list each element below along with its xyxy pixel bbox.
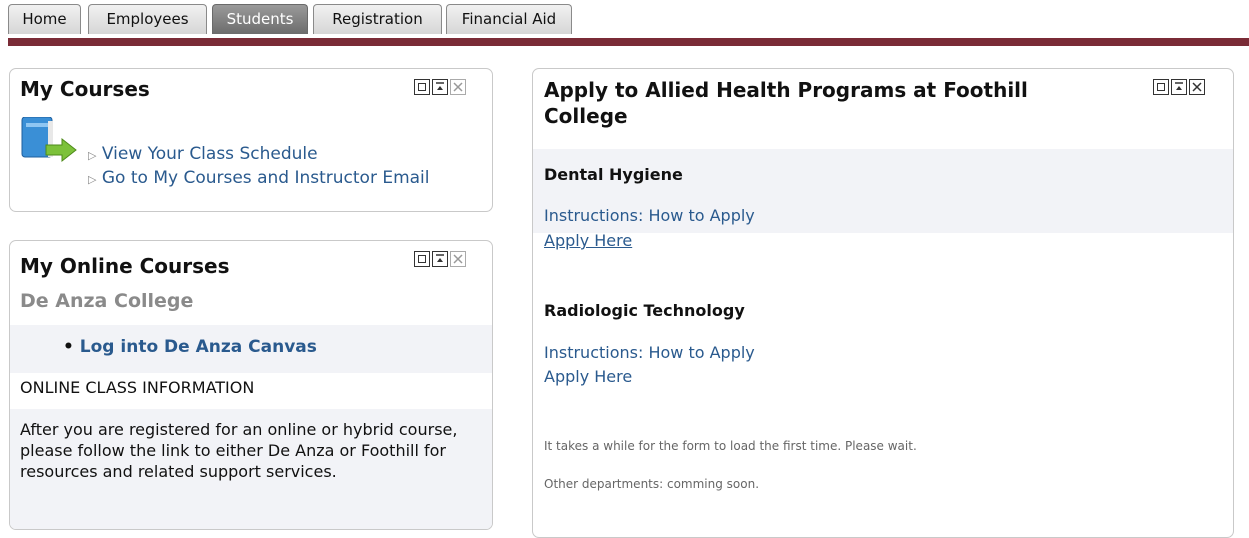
tab-students[interactable]: Students [212,4,308,34]
program-name-radiologic: Radiologic Technology [544,301,745,320]
minimize-icon[interactable] [1171,79,1187,95]
close-icon[interactable] [1189,79,1205,95]
load-note: It takes a while for the form to load th… [544,439,917,453]
tab-registration[interactable]: Registration [313,4,442,34]
triangle-right-icon: ▷ [88,149,97,162]
maximize-icon[interactable] [414,251,430,267]
minimize-icon[interactable] [432,251,448,267]
allied-health-title: Apply to Allied Health Programs at Footh… [544,78,1028,128]
radiologic-instructions-link[interactable]: Instructions: How to Apply [544,343,755,362]
list-item: ▷ View Your Class Schedule [88,143,430,167]
dental-instructions-link[interactable]: Instructions: How to Apply [544,206,755,225]
view-class-schedule-link[interactable]: View Your Class Schedule [102,144,318,164]
maximize-icon[interactable] [414,79,430,95]
program-name-dental: Dental Hygiene [544,165,683,184]
allied-health-portlet: Apply to Allied Health Programs at Footh… [532,68,1234,538]
my-online-courses-portlet: My Online Courses De Anza College • Log … [9,240,493,530]
my-online-courses-title: My Online Courses [20,254,230,278]
tab-bar-underline [8,38,1249,46]
tab-employees[interactable]: Employees [88,4,207,34]
dental-apply-link[interactable]: Apply Here [544,231,632,250]
book-icon [20,116,80,167]
maximize-icon[interactable] [1153,79,1169,95]
online-info-heading: ONLINE CLASS INFORMATION [20,378,255,397]
list-item: ▷ Go to My Courses and Instructor Email [88,167,430,191]
college-heading: De Anza College [20,290,194,312]
canvas-login-link[interactable]: Log into De Anza Canvas [80,337,317,357]
bullet-icon: • [63,337,74,357]
online-info-text: After you are registered for an online o… [20,420,458,481]
my-courses-links: ▷ View Your Class Schedule ▷ Go to My Co… [88,143,430,191]
close-icon[interactable] [450,251,466,267]
my-courses-email-link[interactable]: Go to My Courses and Instructor Email [102,168,430,188]
my-courses-portlet: My Courses ▷ View Your Class Schedule ▷ … [9,68,493,212]
minimize-icon[interactable] [432,79,448,95]
my-courses-title: My Courses [20,77,150,101]
departments-note: Other departments: comming soon. [544,477,760,491]
close-icon[interactable] [450,79,466,95]
radiologic-apply-link[interactable]: Apply Here [544,367,632,386]
tab-home[interactable]: Home [8,4,81,34]
tab-financial-aid[interactable]: Financial Aid [446,4,572,34]
triangle-right-icon: ▷ [88,173,97,186]
list-item: • Log into De Anza Canvas [63,337,317,357]
